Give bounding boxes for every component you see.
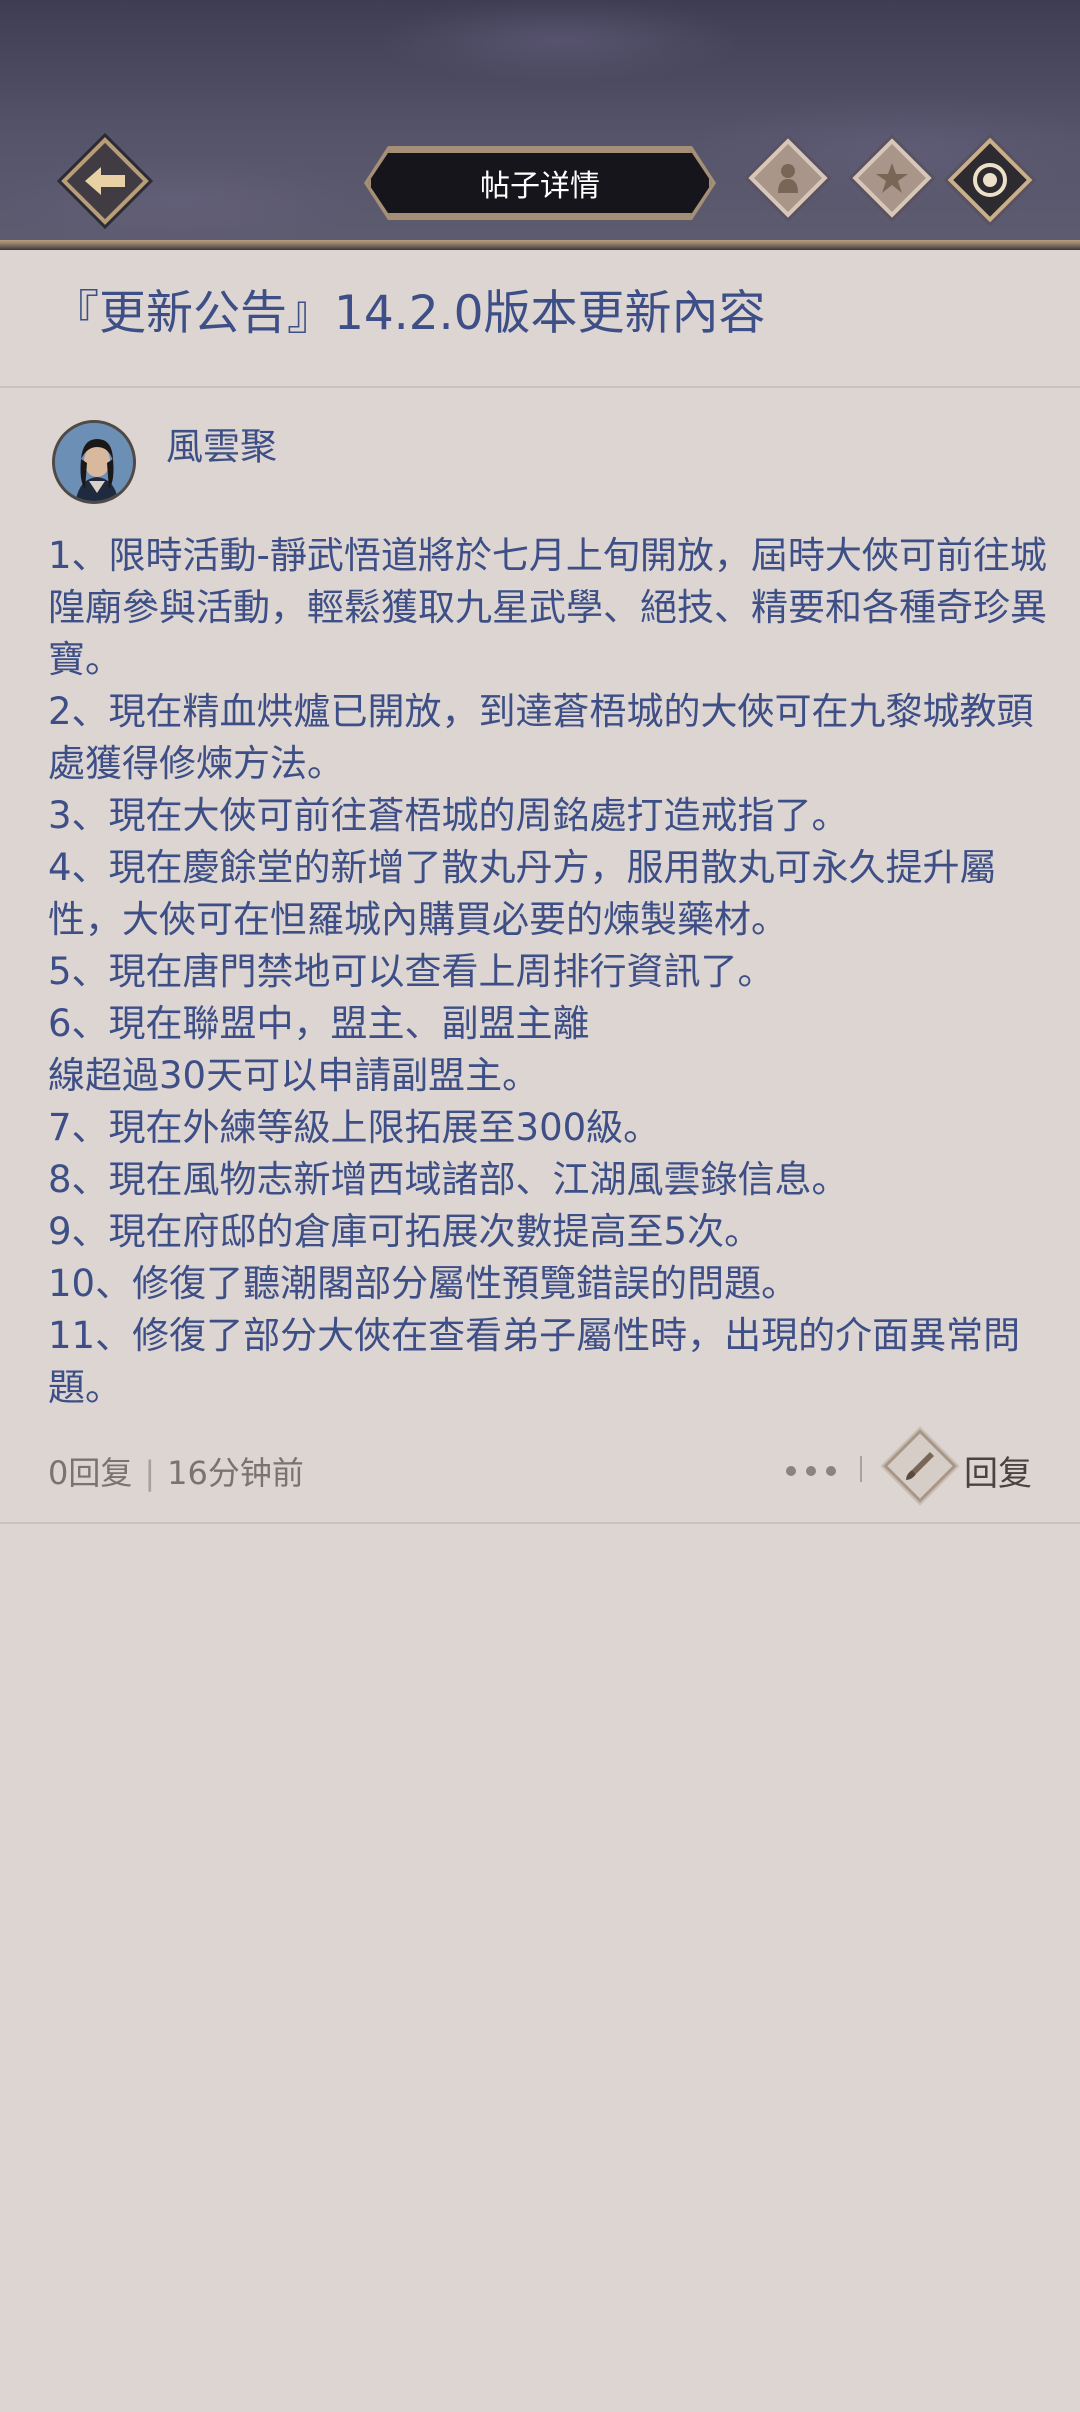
content-line: 7、現在外練等級上限拓展至300級。	[48, 1106, 661, 1149]
reply-count: 0回复	[48, 1454, 133, 1492]
content-line: 線超過30天可以申請副盟主。	[48, 1054, 540, 1097]
content-line: 9、現在府邸的倉庫可拓展次數提高至5次。	[48, 1210, 762, 1253]
reply-button[interactable]	[883, 1429, 957, 1503]
header-divider	[0, 240, 1080, 250]
brush-icon	[906, 1452, 934, 1480]
author-icon	[778, 164, 798, 193]
content-line: 8、現在風物志新增西域諸部、江湖風雲錄信息。	[48, 1158, 849, 1201]
content-line: 2、現在精血烘爐已開放，到達蒼梧城的大俠可在九黎城教頭處獲得修煉方法。	[48, 690, 1034, 785]
page-title: 帖子详情	[368, 150, 712, 216]
back-arrow-icon	[85, 167, 125, 195]
avatar-portrait	[55, 423, 133, 501]
content-line: 5、現在唐門禁地可以查看上周排行資訊了。	[48, 950, 775, 993]
content-line: 11、修復了部分大俠在查看弟子屬性時，出現的介面異常問題。	[48, 1314, 1021, 1409]
action-separator	[860, 1456, 862, 1482]
content-line: 6、現在聯盟中，盟主、副盟主離	[48, 1002, 590, 1045]
content-line: 3、現在大俠可前往蒼梧城的周銘處打造戒指了。	[48, 794, 849, 837]
target-icon	[973, 163, 1007, 197]
avatar[interactable]	[52, 420, 136, 504]
post-meta: 0回复 | 16分钟前	[48, 1448, 304, 1494]
post-time: 16分钟前	[167, 1454, 304, 1492]
title-divider	[0, 386, 1080, 388]
content-line: 4、現在慶餘堂的新增了散丸丹方，服用散丸可永久提升屬性，大俠可在怛羅城內購買必要…	[48, 846, 997, 941]
reply-label[interactable]: 回复	[964, 1446, 1032, 1495]
post-title: 『更新公告』14.2.0版本更新內容	[52, 286, 766, 341]
content-line: 1、限時活動-靜武悟道將於七月上旬開放，屆時大俠可前往城隍廟參與活動，輕鬆獲取九…	[48, 534, 1047, 681]
post-content: 1、限時活動-靜武悟道將於七月上旬開放，屆時大俠可前往城隍廟參與活動，輕鬆獲取九…	[48, 530, 1048, 1414]
content-line: 10、修復了聽潮閣部分屬性預覽錯誤的問題。	[48, 1262, 799, 1305]
footer-divider	[0, 1522, 1080, 1524]
more-options-icon[interactable]	[786, 1466, 836, 1476]
meta-separator: |	[144, 1454, 156, 1492]
author-name[interactable]: 風雲聚	[166, 416, 277, 470]
star-icon	[876, 163, 908, 193]
